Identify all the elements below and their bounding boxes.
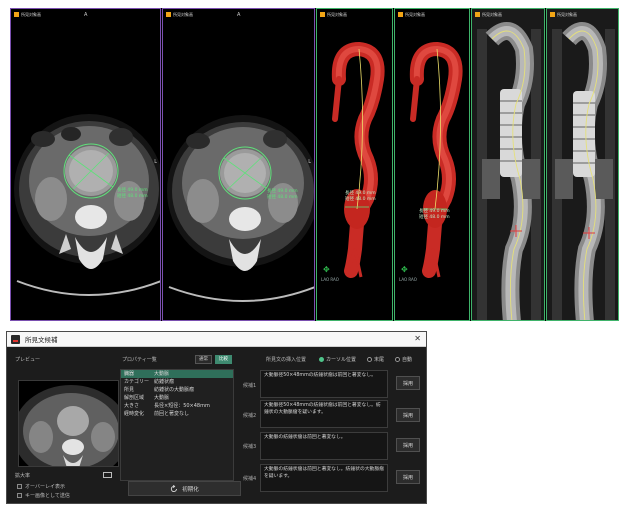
- candidate-text[interactable]: 大動脈径50×48mmの紡錘状瘤は前回と著変なし。紡錘状の大動脈瘤を疑います。: [260, 400, 388, 428]
- viewport-title: 所見対象画: [405, 12, 425, 17]
- reset-icon: [171, 484, 178, 492]
- candidate-text[interactable]: 大動脈の紡錘状瘤は前回と著変なし。紡錘状の大動脈瘤を疑います。: [260, 464, 388, 492]
- orientation-right: L: [308, 159, 311, 165]
- view-label: LAO RAO: [321, 277, 339, 282]
- series-icon: [166, 12, 171, 17]
- radio-dot[interactable]: [319, 357, 324, 362]
- app-icon: [11, 334, 20, 344]
- candidate-label: 候補2: [243, 413, 257, 419]
- checkbox-box[interactable]: [17, 484, 22, 489]
- orientation-top: A: [237, 12, 241, 18]
- viewport-axial-1[interactable]: 所見対象画 A L 長径 49.0 mm 短径 48.0 mm: [10, 8, 161, 321]
- viewport-header: 所見対象画: [14, 12, 41, 17]
- candidate-label: 候補1: [243, 383, 257, 389]
- radio-dot[interactable]: [367, 357, 372, 362]
- viewport-title: 所見対象画: [327, 12, 347, 17]
- adopt-button[interactable]: 採用: [396, 438, 420, 452]
- viewport-title: 所見対象画: [173, 12, 193, 17]
- aorta-3d-render: [331, 41, 385, 278]
- adopt-button[interactable]: 採用: [396, 408, 420, 422]
- property-row[interactable]: 臓器 大動脈: [121, 370, 233, 378]
- viewport-axial-2[interactable]: 所見対象画 A L 長径 49.0 mm 短径 48.0 mm: [162, 8, 315, 321]
- view-label: LAO RAO: [399, 277, 417, 282]
- viewport-cpr-2[interactable]: 所見対象画: [546, 8, 619, 321]
- screen: 所見対象画 A L 長径 49.0 mm 短径 48.0 mm 所見対象画 A …: [0, 0, 630, 509]
- orientation-right: L: [154, 159, 157, 165]
- aorta-3d-render: [409, 41, 463, 278]
- property-row[interactable]: 経時変化 前回と著変なし: [121, 410, 233, 418]
- measure-label: 長径 49.0 mm 短径 48.0 mm: [419, 209, 450, 220]
- viewport-title: 所見対象画: [557, 12, 577, 17]
- radio-cursor[interactable]: カーソル位置: [319, 356, 356, 363]
- adopt-button[interactable]: 採用: [396, 376, 420, 390]
- series-icon: [14, 12, 19, 17]
- property-row[interactable]: 大きさ 長径×短径：50×48mm: [121, 402, 233, 410]
- property-row[interactable]: 解剖区域 大動脈: [121, 394, 233, 402]
- orientation-top: A: [84, 12, 88, 18]
- reset-label: 初期化: [182, 486, 199, 493]
- viewport-aorta-render-1[interactable]: 所見対象画 長径 49.0 mm 短径 48.0 mm ✥ LAO RAO: [316, 8, 393, 321]
- orientation-cube-icon[interactable]: ✥: [401, 265, 410, 274]
- viewport-title: 所見対象画: [482, 12, 502, 17]
- candidate-label: 候補4: [243, 476, 257, 482]
- viewport-header: 所見対象画: [550, 12, 577, 17]
- series-icon: [398, 12, 403, 17]
- finding-candidates-dialog: 所見文候補 ✕ プレビュー 拡大率 オーバーレイ表示 キー画像として送信 プロパ…: [6, 331, 427, 504]
- orientation-cube-icon[interactable]: ✥: [323, 265, 332, 274]
- checkbox-box[interactable]: [17, 493, 22, 498]
- keyimage-checkbox[interactable]: キー画像として送信: [17, 492, 70, 499]
- viewport-header: 所見対象画: [398, 12, 425, 17]
- series-icon: [320, 12, 325, 17]
- measure-label: 長径 49.0 mm 短径 48.0 mm: [345, 191, 376, 202]
- candidate-text[interactable]: 大動脈の紡錘状瘤は前回と著変なし。: [260, 432, 388, 460]
- close-button[interactable]: ✕: [414, 334, 421, 344]
- properties-label: プロパティ一覧: [122, 357, 157, 363]
- radio-dot[interactable]: [395, 357, 400, 362]
- viewport-aorta-render-2[interactable]: 所見対象画 長径 49.0 mm 短径 48.0 mm ✥ LAO RAO: [394, 8, 470, 321]
- series-icon: [475, 12, 480, 17]
- properties-list: 臓器 大動脈 カテゴリー 紡錘状瘤 所見 紡錘状の大動脈瘤 解剖区域 大動脈 大きさ 長径…: [120, 369, 234, 481]
- reset-button[interactable]: 初期化: [128, 481, 241, 496]
- property-row[interactable]: 所見 紡錘状の大動脈瘤: [121, 386, 233, 394]
- viewport-title: 所見対象画: [21, 12, 41, 17]
- dialog-title: 所見文候補: [25, 336, 58, 344]
- candidate-label: 候補3: [243, 444, 257, 450]
- viewport-cpr-1[interactable]: 所見対象画: [471, 8, 545, 321]
- property-row[interactable]: カテゴリー 紡錘状瘤: [121, 378, 233, 386]
- viewport-header: 所見対象画: [166, 12, 193, 17]
- curved-mpr-image: [547, 9, 618, 320]
- overlay-label: オーバーレイ表示: [25, 484, 65, 490]
- zoom-label: 拡大率: [15, 473, 31, 479]
- viewport-header: 所見対象画: [475, 12, 502, 17]
- preview-axial-ct: [19, 385, 118, 466]
- keyimage-label: キー画像として送信: [25, 493, 70, 499]
- viewport-header: 所見対象画: [320, 12, 347, 17]
- axial-ct-image: [14, 114, 160, 296]
- preview-image: [18, 380, 119, 467]
- fit-zoom-icon[interactable]: [103, 472, 112, 478]
- axial-ct-image: [167, 115, 314, 302]
- measure-label: 長径 49.0 mm 短径 48.0 mm: [267, 189, 298, 200]
- radio-end[interactable]: 末尾: [367, 356, 384, 363]
- preview-label: プレビュー: [15, 357, 41, 363]
- radio-auto[interactable]: 自動: [395, 356, 412, 363]
- mode-compare-button[interactable]: 比較: [215, 355, 232, 364]
- candidate-text[interactable]: 大動脈径50×48mmの紡錘状瘤は前回と著変なし。: [260, 370, 388, 398]
- dialog-titlebar[interactable]: 所見文候補 ✕: [7, 332, 426, 347]
- adopt-button[interactable]: 採用: [396, 470, 420, 484]
- curved-mpr-image: [472, 9, 544, 320]
- overlay-checkbox[interactable]: オーバーレイ表示: [17, 483, 65, 490]
- image-viewer: 所見対象画 A L 長径 49.0 mm 短径 48.0 mm 所見対象画 A …: [10, 8, 619, 321]
- insert-position-label: 所見文の挿入位置: [266, 357, 307, 363]
- measure-label: 長径 49.0 mm 短径 48.0 mm: [117, 188, 148, 199]
- series-icon: [550, 12, 555, 17]
- mode-normal-button[interactable]: 通常: [195, 355, 212, 364]
